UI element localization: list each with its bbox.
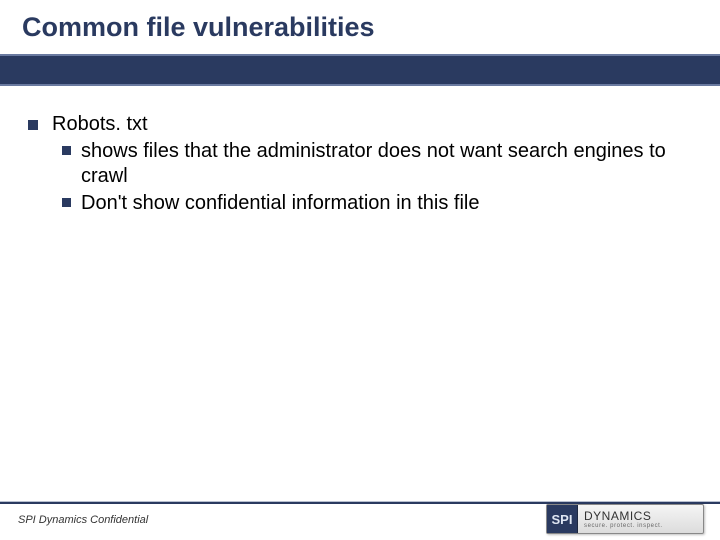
square-bullet-icon xyxy=(62,146,71,155)
bullet-text: Robots. txt xyxy=(52,112,690,137)
square-bullet-icon xyxy=(28,120,38,130)
bullet-level1: Robots. txt shows files that the adminis… xyxy=(28,112,690,216)
company-logo: SPI DYNAMICS secure. protect. inspect. xyxy=(546,504,704,534)
title-bar xyxy=(0,54,720,86)
square-bullet-icon xyxy=(62,198,71,207)
bullet-text: shows files that the administrator does … xyxy=(81,139,690,189)
bullet-body: Robots. txt shows files that the adminis… xyxy=(52,112,690,216)
content-area: Robots. txt shows files that the adminis… xyxy=(28,112,690,216)
footer-confidential: SPI Dynamics Confidential xyxy=(18,514,148,526)
logo-text: DYNAMICS secure. protect. inspect. xyxy=(578,510,703,529)
bullet-text: Don't show confidential information in t… xyxy=(81,191,690,216)
slide: Common file vulnerabilities Robots. txt … xyxy=(0,0,720,540)
logo-name: DYNAMICS xyxy=(584,510,703,522)
logo-badge: SPI xyxy=(547,505,578,533)
bullet-level2: Don't show confidential information in t… xyxy=(52,191,690,216)
bullet-level2: shows files that the administrator does … xyxy=(52,139,690,189)
slide-title: Common file vulnerabilities xyxy=(22,12,375,43)
logo-tagline: secure. protect. inspect. xyxy=(584,523,703,529)
